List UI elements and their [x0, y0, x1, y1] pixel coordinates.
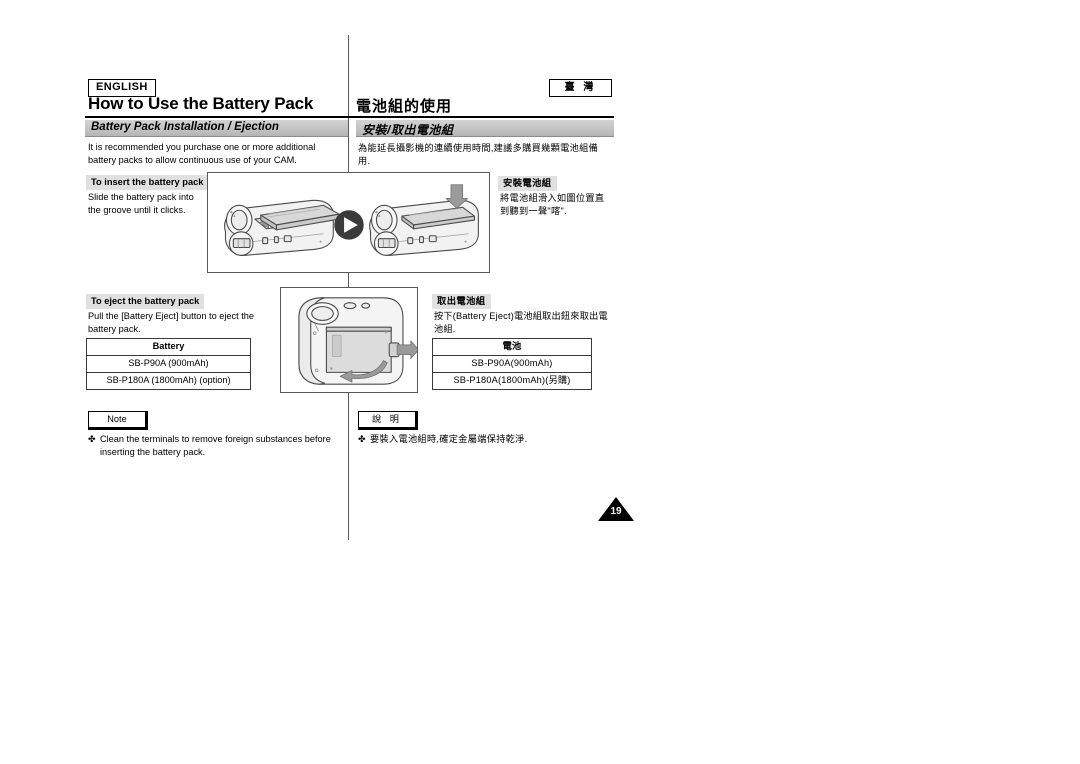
page-number: 19: [610, 506, 622, 517]
note-bullet-icon: ✤: [358, 434, 366, 444]
section-bar-chinese-label: 安裝/取出電池組: [362, 123, 454, 137]
section-bar-chinese: 安裝/取出電池組: [356, 120, 614, 137]
eject-battery-diagram: [298, 297, 417, 385]
note-label-chinese: 說 明: [358, 411, 418, 430]
page-title-english: How to Use the Battery Pack: [88, 94, 314, 113]
insert-battery-diagram: [224, 184, 479, 256]
instruction-eject-english: Pull the [Battery Eject] button to eject…: [88, 311, 254, 334]
subheading-eject-chinese: 取出電池組: [432, 294, 491, 309]
intro-paragraph-chinese: 為能延長攝影機的連續使用時間,建議多購買幾顆電池組備用.: [358, 143, 599, 166]
subheading-insert-english: To insert the battery pack: [86, 175, 209, 190]
note-bullet-icon: ✤: [88, 434, 96, 444]
table-header-cell: Battery: [86, 338, 251, 356]
table-row: SB-P180A(1800mAh)(另購): [432, 372, 592, 390]
page-number-badge: 19: [598, 497, 634, 521]
page-title-chinese: 電池組的使用: [356, 98, 453, 115]
note-label-english: Note: [88, 411, 148, 430]
table-row: SB-P180A (1800mAh) (option): [86, 372, 251, 390]
table-header-row: Battery: [86, 338, 251, 356]
manual-page: ENGLISH 臺 灣 How to Use the Battery Pack …: [0, 0, 1080, 764]
table-cell: SB-P180A (1800mAh) (option): [86, 372, 251, 390]
region-tag: 臺 灣: [549, 79, 612, 97]
note-english: ✤ Clean the terminals to remove foreign …: [88, 433, 350, 458]
table-row: SB-P90A(900mAh): [432, 355, 592, 373]
step-arrow-icon: [334, 210, 364, 240]
table-row: SB-P90A (900mAh): [86, 355, 251, 373]
section-bar-english-label: Battery Pack Installation / Ejection: [91, 121, 279, 133]
battery-spec-table-chinese: 電池 SB-P90A(900mAh) SB-P180A(1800mAh)(另購): [432, 338, 592, 390]
instruction-eject-chinese: 按下(Battery Eject)電池組取出鈕來取出電池組.: [434, 311, 608, 334]
table-header-cell: 電池: [432, 338, 592, 356]
header-divider-rule: [85, 116, 614, 118]
subheading-eject-english: To eject the battery pack: [86, 294, 205, 309]
table-cell: SB-P90A(900mAh): [432, 355, 592, 373]
illustration-eject-battery: [280, 287, 418, 393]
note-text-english: Clean the terminals to remove foreign su…: [100, 434, 331, 457]
table-header-row: 電池: [432, 338, 592, 356]
instruction-insert-english: Slide the battery pack into the groove u…: [88, 192, 194, 215]
instruction-insert-chinese: 將電池組滑入如圖位置直到聽到一聲"喀".: [500, 193, 605, 216]
intro-paragraph-english: It is recommended you purchase one or mo…: [88, 142, 316, 165]
note-chinese: ✤ 要裝入電池組時,確定金屬端保持乾淨.: [358, 433, 608, 446]
table-cell: SB-P90A (900mAh): [86, 355, 251, 373]
illustration-insert-battery: [207, 172, 490, 273]
note-text-chinese: 要裝入電池組時,確定金屬端保持乾淨.: [370, 434, 528, 444]
battery-spec-table-english: Battery SB-P90A (900mAh) SB-P180A (1800m…: [86, 338, 251, 390]
subheading-insert-chinese: 安裝電池組: [498, 176, 557, 191]
section-bar-english: Battery Pack Installation / Ejection: [85, 120, 348, 137]
table-cell: SB-P180A(1800mAh)(另購): [432, 372, 592, 390]
